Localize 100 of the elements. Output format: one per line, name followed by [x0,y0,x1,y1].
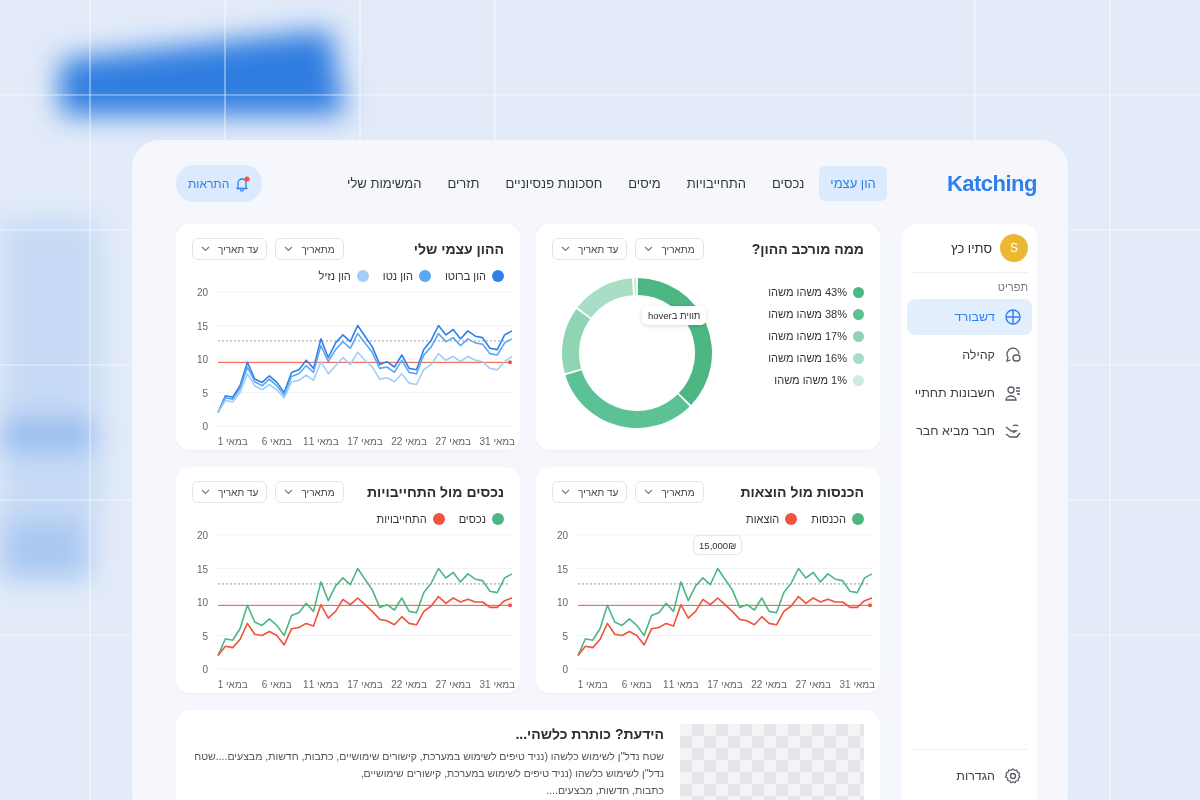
donut-segment[interactable] [633,278,637,296]
date-dropdown[interactable]: מתאריך [275,238,344,260]
legend-label: התחייבויות [376,513,427,525]
legend-label: 43% משהו משהו [768,286,847,298]
x-tick-label: 22 במאי [391,436,427,447]
chevron-icon [644,489,654,495]
y-tick-label: 20 [196,287,208,298]
y-tick-label: 0 [202,664,208,675]
legend-label: 16% משהו משהו [768,352,847,364]
legend-label: 17% משהו משהו [768,330,847,342]
chevron-icon [201,246,210,252]
y-tick-label: 20 [196,530,208,541]
date-dropdown[interactable]: עד תאריך [192,481,268,503]
x-tick-label: 11 במאי [303,679,339,690]
x-tick-label: 1 במאי [217,436,248,447]
donut-segment[interactable] [562,308,591,374]
legend-label: 1% משהו משהו [774,374,847,386]
line-end-dot [508,360,512,365]
legend-label: הון ברוטו [444,270,486,282]
x-tick-label: 6 במאי [621,679,652,690]
x-tick-label: 17 במאי [347,679,383,690]
sidebar-item[interactable]: חשבונות תחתיי [907,375,1032,411]
y-tick-label: 5 [202,387,208,399]
sidebar-item[interactable]: חבר מביא חבר [907,413,1032,449]
user-name: סתיו כץ [950,240,992,256]
x-tick-label: 31 במאי [479,436,516,447]
nav-tab[interactable]: מיסים [617,166,672,201]
hand-icon [1004,422,1022,440]
chevron-icon [561,489,570,495]
chevron-icon [284,489,294,495]
y-tick-label: 20 [556,530,568,541]
x-tick-label: 11 במאי [663,679,699,690]
chevron-icon [201,489,210,495]
donut-segment[interactable] [577,278,633,318]
settings-link[interactable]: הגדרות [907,758,1032,794]
legend-label: הוצאות [746,513,780,525]
x-tick-label: 17 במאי [707,679,743,690]
legend-label: הכנסות [811,513,846,525]
y-tick-label: 15 [556,563,568,575]
card-title: הכנסות מול הוצאות [740,484,864,500]
legend-label: נכסים [458,513,486,525]
card-title: ההון עצמי שלי [413,241,504,257]
line-end-dot [868,603,872,608]
card-title: ממה מורכב ההון? [751,241,864,257]
nav-tab[interactable]: המשימות שלי [336,166,433,201]
chevron-icon [284,246,294,252]
legend-label: 38% משהו משהו [768,308,847,320]
globe-icon [1004,308,1022,326]
date-dropdown[interactable]: עד תאריך [552,481,628,503]
legend-label: הון נטו [382,270,413,282]
nav-tab[interactable]: חסכונות פנסיוניים [494,166,614,201]
y-tick-label: 5 [562,630,568,642]
sidebar-item[interactable]: קהילה [907,337,1032,373]
date-dropdown[interactable]: עד תאריך [552,238,628,260]
x-tick-label: 22 במאי [751,679,787,690]
x-tick-label: 31 במאי [479,679,516,690]
y-tick-label: 15 [196,320,208,332]
settings-icon [1004,767,1022,785]
article-title: הידעת? כותרת כלשהי... [514,726,664,742]
logo[interactable]: Katching [946,170,1037,197]
user-list-icon [1004,384,1022,402]
chat-icon [1004,346,1022,364]
nav-tab[interactable]: התחייבויות [675,166,757,201]
y-tick-label: 0 [202,421,208,432]
bell-icon [234,175,251,192]
x-tick-label: 27 במאי [435,679,471,690]
nav-tab[interactable]: נכסים [760,166,816,201]
x-tick-label: 27 במאי [435,436,471,447]
annotation: 15,000₪ [699,539,737,551]
y-tick-label: 10 [196,597,208,608]
y-tick-label: 10 [196,354,208,365]
x-tick-label: 27 במאי [795,679,831,690]
date-dropdown[interactable]: מתאריך [275,481,344,503]
x-tick-label: 1 במאי [577,679,608,690]
article-text: כתבות, חדשות, מבצעים.... [545,782,664,798]
section-label: תפריט [996,281,1029,293]
y-tick-label: 5 [202,630,208,642]
donut-segment[interactable] [565,370,690,428]
x-tick-label: 11 במאי [303,436,339,447]
y-tick-label: 0 [562,664,568,675]
article-text: שטח נדל"ן לשימוש כלשהו (נניד טיפים לשימוש במערכת, קישורים שימושיים, כתבות, חדשות, מבצעים....שטח נדל"ן לשימוש כלשהו (נניד טיפים לשימוש במערכת, קישורים שימושיים, [193,749,664,781]
chart-tooltip: תווית בhover [642,306,707,325]
card-title: נכסים מול התחייבויות [367,484,504,500]
line-end-dot [508,603,512,608]
date-dropdown[interactable]: מתאריך [635,481,704,503]
x-tick-label: 17 במאי [347,436,383,447]
chevron-icon [644,246,654,252]
nav-tab[interactable]: תזרים [436,166,491,201]
x-tick-label: 22 במאי [391,679,427,690]
date-dropdown[interactable]: עד תאריך [192,238,268,260]
x-tick-label: 1 במאי [217,679,248,690]
y-tick-label: 15 [196,563,208,575]
x-tick-label: 6 במאי [261,436,292,447]
date-dropdown[interactable]: מתאריך [635,238,704,260]
x-tick-label: 6 במאי [261,679,292,690]
y-tick-label: 10 [556,597,568,608]
chevron-icon [561,246,570,252]
chart-tooltip: 15,000₪ [693,535,743,555]
x-tick-label: 31 במאי [839,679,876,690]
legend-label: הון נזיל [318,270,351,282]
